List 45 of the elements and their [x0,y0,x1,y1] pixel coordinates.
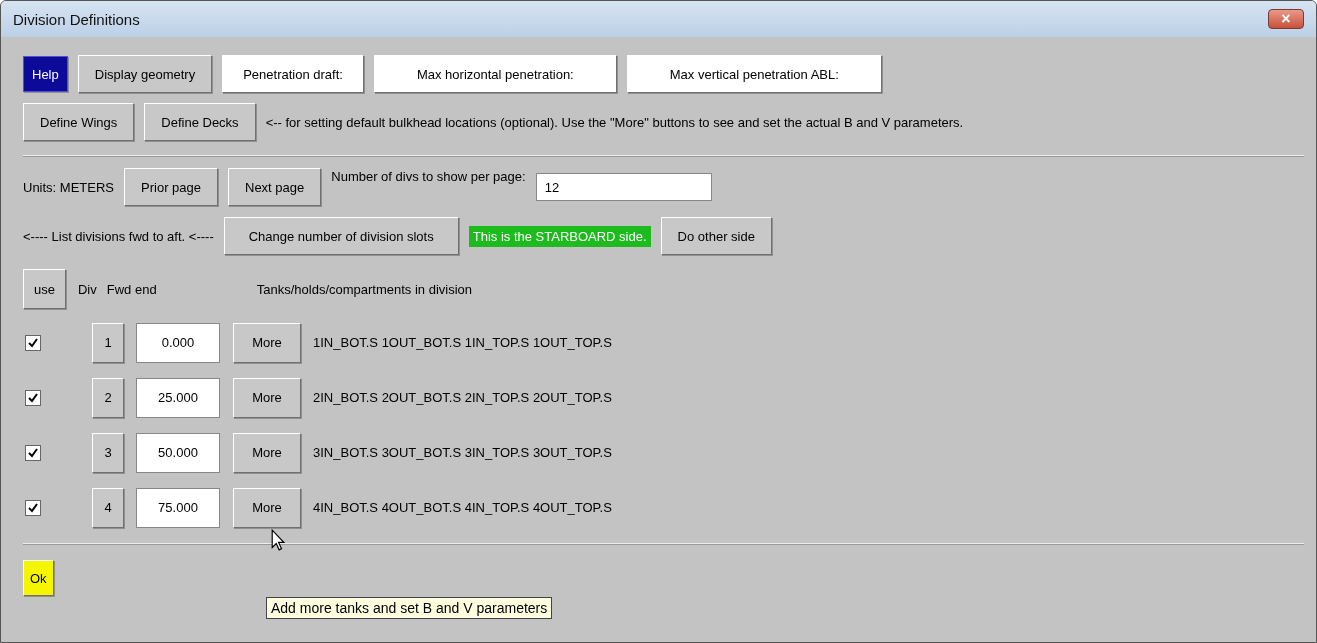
tanks-list: 3IN_BOT.S 3OUT_BOT.S 3IN_TOP.S 3OUT_TOP.S [313,445,612,460]
division-button[interactable]: 2 [92,377,124,418]
per-page-field[interactable]: 12 [535,173,712,201]
units-label: Units: METERS [23,179,114,195]
define-button[interactable]: Define Decks [144,103,256,141]
use-button[interactable]: use [23,269,66,309]
toolbar-button[interactable]: Penetration draft: [222,55,364,93]
window-title: Division Definitions [13,10,140,28]
fwd-end-field[interactable]: 25.000 [136,377,220,418]
fwd-end-field[interactable]: 0.000 [136,322,220,363]
division-button[interactable]: 4 [92,487,124,528]
page-button[interactable]: Next page [228,168,322,206]
other-side-button[interactable]: Do other side [660,217,772,255]
page-button[interactable]: Prior page [124,168,218,206]
toolbar-button[interactable]: Help [23,56,68,92]
more-button[interactable]: More [233,377,301,418]
checkbox[interactable] [25,389,41,406]
change-slots-button[interactable]: Change number of division slots [223,217,459,255]
column-header: Tanks/holds/compartments in division [256,281,473,297]
more-button[interactable]: More [233,487,301,528]
per-page-label: Number of divs to show per page: [331,169,526,184]
toolbar-button[interactable]: Max vertical penetration ABL: [626,55,882,93]
checkbox[interactable] [25,334,41,351]
mouse-pointer-icon [271,529,285,551]
division-button[interactable]: 1 [92,322,124,363]
list-note: <---- List divisions fwd to aft. <---- [23,228,214,244]
checkbox[interactable] [25,499,41,516]
column-header: Fwd end [106,281,158,297]
division-button[interactable]: 3 [92,432,124,473]
more-button[interactable]: More [233,322,301,363]
define-note: <-- for setting default bulkhead locations (optional). Use the "More" buttons to see and set the actual B and V parameters. [265,114,964,130]
fwd-end-field[interactable]: 50.000 [136,432,220,473]
tanks-list: 4IN_BOT.S 4OUT_BOT.S 4IN_TOP.S 4OUT_TOP.S [313,500,612,515]
more-button[interactable]: More [233,432,301,473]
tooltip: Add more tanks and set B and V parameters [266,597,553,619]
toolbar-button[interactable]: Display geometry [77,55,213,93]
column-header: Div [77,281,97,297]
tanks-list: 2IN_BOT.S 2OUT_BOT.S 2IN_TOP.S 2OUT_TOP.S [313,390,612,405]
toolbar-button[interactable]: Max horizontal penetration: [373,55,617,93]
ok-button[interactable]: Ok [23,560,54,596]
checkbox[interactable] [25,444,41,461]
define-button[interactable]: Define Wings [23,103,135,141]
fwd-end-field[interactable]: 75.000 [136,487,220,528]
tanks-list: 1IN_BOT.S 1OUT_BOT.S 1IN_TOP.S 1OUT_TOP.S [313,335,612,350]
side-label: This is the STARBOARD side. [468,225,651,247]
